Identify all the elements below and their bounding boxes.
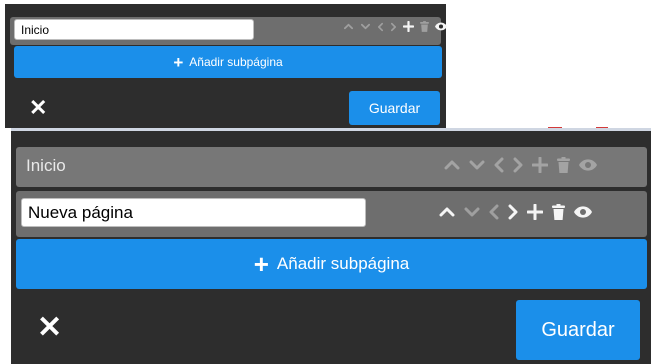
chevron-up-icon[interactable]	[439, 206, 455, 218]
page-row-title: Inicio	[26, 156, 66, 175]
plus-icon: +	[173, 52, 184, 72]
page-row-inicio[interactable]: Inicio	[16, 147, 647, 187]
page-row-nueva	[16, 191, 647, 237]
close-icon[interactable]: ✕	[37, 313, 62, 343]
add-subpage-button[interactable]: + Añadir subpágina	[16, 239, 647, 289]
chevron-left-icon	[494, 157, 504, 173]
trash-icon	[557, 157, 570, 173]
row-controls	[343, 21, 447, 32]
chevron-left-icon[interactable]	[377, 22, 384, 32]
row-controls	[439, 204, 592, 220]
chevron-right-icon[interactable]	[508, 204, 518, 220]
add-subpage-button[interactable]: + Añadir subpágina	[14, 46, 442, 78]
chevron-up-icon[interactable]	[343, 22, 354, 31]
chevron-down-icon	[469, 160, 485, 170]
page-title-input[interactable]	[14, 19, 254, 40]
plus-icon[interactable]	[403, 21, 414, 32]
chevron-right-icon	[513, 157, 523, 173]
chevron-down-icon	[464, 207, 480, 217]
plus-icon: +	[253, 249, 269, 279]
page-editor-panel-large: Inicio + Añadir subpágina ✕ Guardar	[11, 128, 651, 364]
page-title-input[interactable]	[21, 198, 366, 227]
trash-icon[interactable]	[552, 204, 565, 220]
eye-icon[interactable]	[435, 22, 447, 31]
eye-icon[interactable]	[574, 206, 592, 218]
add-subpage-label: Añadir subpágina	[276, 254, 410, 273]
page-editor-panel-small: + Añadir subpágina ✕ Guardar	[5, 4, 447, 128]
save-button[interactable]: Guardar	[516, 300, 640, 360]
trash-icon[interactable]	[420, 21, 429, 32]
row-controls-disabled	[444, 157, 597, 173]
plus-icon	[532, 157, 548, 173]
close-icon[interactable]: ✕	[29, 97, 47, 119]
add-subpage-label: Añadir subpágina	[189, 55, 283, 69]
chevron-right-icon[interactable]	[390, 22, 397, 32]
chevron-up-icon	[444, 160, 460, 170]
chevron-down-icon[interactable]	[360, 22, 371, 31]
chevron-left-icon	[489, 204, 499, 220]
plus-icon[interactable]	[527, 204, 543, 220]
eye-icon	[579, 159, 597, 171]
save-button[interactable]: Guardar	[349, 91, 440, 125]
